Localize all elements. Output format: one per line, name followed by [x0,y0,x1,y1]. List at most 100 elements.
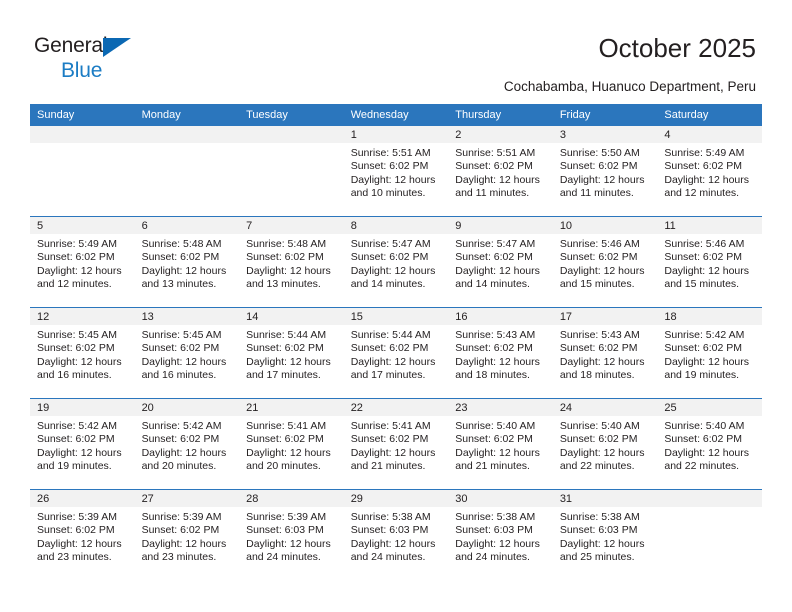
day-details [239,143,344,147]
calendar-day-cell[interactable]: 14 Sunrise: 5:44 AM Sunset: 6:02 PM Dayligh… [239,307,344,399]
calendar-header-row: Sunday Monday Tuesday Wednesday Thursday… [30,104,762,126]
day-sunrise-text: Sunrise: 5:40 AM [455,420,536,432]
day-number: 1 [343,126,449,143]
day-details: Sunrise: 5:38 AM Sunset: 6:03 PM Daylight:… [553,507,658,564]
day-sunrise-text: Sunrise: 5:45 AM [141,329,222,341]
day-daylight-2-text: and 16 minutes. [37,368,112,381]
calendar-day-cell[interactable]: 1 Sunrise: 5:51 AM Sunset: 6:02 PM Daylight… [343,126,449,217]
day-daylight-2-text: and 23 minutes. [141,550,217,563]
calendar-day-cell[interactable]: 4 Sunrise: 5:49 AM Sunset: 6:02 PM Daylight… [657,126,762,217]
day-number: 29 [343,490,449,507]
day-details: Sunrise: 5:45 AM Sunset: 6:02 PM Daylight:… [135,325,240,382]
day-daylight-1-text: Daylight: 12 hours [350,355,436,368]
day-sunset-text: Sunset: 6:02 PM [37,251,115,264]
day-number: 13 [134,308,240,325]
day-sunrise-text: Sunrise: 5:39 AM [246,511,327,523]
calendar-day-cell[interactable]: 9 Sunrise: 5:47 AM Sunset: 6:02 PM Daylight… [448,216,553,308]
calendar-day-cell[interactable]: 3 Sunrise: 5:50 AM Sunset: 6:02 PM Daylight… [552,126,658,217]
day-sunrise-text: Sunrise: 5:46 AM [559,238,640,250]
logo-text-general: General [34,34,108,57]
day-cell-inner: 16 Sunrise: 5:43 AM Sunset: 6:02 PM Dayligh… [448,308,553,398]
day-details: Sunrise: 5:41 AM Sunset: 6:02 PM Daylight:… [239,416,344,473]
calendar-day-cell[interactable]: 8 Sunrise: 5:47 AM Sunset: 6:02 PM Daylight… [343,216,449,308]
calendar-day-cell[interactable]: 21 Sunrise: 5:41 AM Sunset: 6:02 PM Dayligh… [239,398,344,490]
day-daylight-1-text: Daylight: 12 hours [559,355,645,368]
calendar-day-cell[interactable]: 29 Sunrise: 5:38 AM Sunset: 6:03 PM Dayligh… [343,489,449,580]
calendar-container: Sunday Monday Tuesday Wednesday Thursday… [30,104,762,580]
day-number: 14 [239,308,344,325]
calendar-day-cell[interactable]: 27 Sunrise: 5:39 AM Sunset: 6:02 PM Dayligh… [134,489,240,580]
calendar-day-cell[interactable]: 22 Sunrise: 5:41 AM Sunset: 6:02 PM Dayligh… [343,398,449,490]
day-cell-inner: 5 Sunrise: 5:49 AM Sunset: 6:02 PM Daylight… [30,217,135,307]
day-cell-inner: 12 Sunrise: 5:45 AM Sunset: 6:02 PM Dayligh… [30,308,135,398]
day-sunset-text: Sunset: 6:02 PM [350,160,429,173]
calendar-day-cell[interactable]: 13 Sunrise: 5:45 AM Sunset: 6:02 PM Dayligh… [134,307,240,399]
calendar-day-cell[interactable]: 31 Sunrise: 5:38 AM Sunset: 6:03 PM Dayligh… [552,489,658,580]
calendar-day-cell[interactable]: 18 Sunrise: 5:42 AM Sunset: 6:02 PM Dayligh… [657,307,762,399]
day-cell-inner: 21 Sunrise: 5:41 AM Sunset: 6:02 PM Dayligh… [239,399,344,489]
day-sunset-text: Sunset: 6:02 PM [559,433,638,446]
calendar-day-cell[interactable]: 24 Sunrise: 5:40 AM Sunset: 6:02 PM Dayligh… [552,398,658,490]
day-daylight-1-text: Daylight: 12 hours [455,264,540,277]
day-daylight-1-text: Daylight: 12 hours [559,446,645,459]
day-daylight-1-text: Daylight: 12 hours [559,537,645,550]
day-sunrise-text: Sunrise: 5:39 AM [37,511,117,523]
calendar-day-cell[interactable]: 2 Sunrise: 5:51 AM Sunset: 6:02 PM Daylight… [448,126,553,217]
calendar-day-cell[interactable]: 12 Sunrise: 5:45 AM Sunset: 6:02 PM Dayligh… [30,307,135,399]
day-daylight-1-text: Daylight: 12 hours [455,537,540,550]
calendar-day-cell[interactable]: 11 Sunrise: 5:46 AM Sunset: 6:02 PM Dayligh… [657,216,762,308]
day-details: Sunrise: 5:43 AM Sunset: 6:02 PM Daylight:… [553,325,658,382]
day-number: 21 [239,399,344,416]
day-details: Sunrise: 5:48 AM Sunset: 6:02 PM Daylight:… [135,234,240,291]
calendar-day-cell[interactable]: 17 Sunrise: 5:43 AM Sunset: 6:02 PM Dayligh… [552,307,658,399]
calendar-day-cell[interactable]: 10 Sunrise: 5:46 AM Sunset: 6:02 PM Dayligh… [552,216,658,308]
day-sunrise-text: Sunrise: 5:44 AM [246,329,327,341]
weekday-header-wednesday: Wednesday [343,104,449,126]
calendar-day-cell[interactable]: 25 Sunrise: 5:40 AM Sunset: 6:02 PM Dayligh… [657,398,762,490]
day-sunrise-text: Sunrise: 5:49 AM [37,238,117,250]
day-number: 5 [30,217,135,234]
day-cell-inner: 14 Sunrise: 5:44 AM Sunset: 6:02 PM Dayligh… [239,308,344,398]
day-sunset-text: Sunset: 6:02 PM [141,524,220,537]
day-cell-inner: 28 Sunrise: 5:39 AM Sunset: 6:03 PM Dayligh… [239,490,344,580]
calendar-day-cell[interactable]: 30 Sunrise: 5:38 AM Sunset: 6:03 PM Dayligh… [448,489,553,580]
calendar-day-cell[interactable]: 7 Sunrise: 5:48 AM Sunset: 6:02 PM Daylight… [239,216,344,308]
day-details [30,143,135,147]
day-details: Sunrise: 5:46 AM Sunset: 6:02 PM Daylight:… [553,234,658,291]
day-cell-inner: 20 Sunrise: 5:42 AM Sunset: 6:02 PM Dayligh… [134,399,240,489]
day-details: Sunrise: 5:42 AM Sunset: 6:02 PM Daylight:… [135,416,240,473]
day-daylight-2-text: and 11 minutes. [455,186,530,199]
day-sunrise-text: Sunrise: 5:47 AM [455,238,536,250]
day-daylight-2-text: and 19 minutes. [664,368,740,381]
generalblue-logo[interactable]: General Blue [34,35,164,83]
day-details: Sunrise: 5:38 AM Sunset: 6:03 PM Daylight:… [448,507,553,564]
day-sunrise-text: Sunrise: 5:38 AM [559,511,640,523]
calendar-week-row: 26 Sunrise: 5:39 AM Sunset: 6:02 PM Dayligh… [30,489,762,580]
day-details: Sunrise: 5:38 AM Sunset: 6:03 PM Daylight:… [344,507,449,564]
page-title: October 2025 [598,33,756,63]
calendar-day-cell[interactable]: 19 Sunrise: 5:42 AM Sunset: 6:02 PM Dayligh… [30,398,135,490]
day-daylight-1-text: Daylight: 12 hours [246,355,331,368]
day-number: 9 [448,217,553,234]
calendar-day-cell[interactable]: 16 Sunrise: 5:43 AM Sunset: 6:02 PM Dayligh… [448,307,553,399]
calendar-day-cell[interactable]: 15 Sunrise: 5:44 AM Sunset: 6:02 PM Dayligh… [343,307,449,399]
day-details: Sunrise: 5:40 AM Sunset: 6:02 PM Daylight:… [657,416,762,473]
weekday-header-friday: Friday [552,104,658,126]
calendar-day-cell[interactable]: 28 Sunrise: 5:39 AM Sunset: 6:03 PM Dayligh… [239,489,344,580]
calendar-day-cell[interactable]: 5 Sunrise: 5:49 AM Sunset: 6:02 PM Daylight… [30,216,135,308]
day-number: 15 [343,308,449,325]
day-daylight-2-text: and 24 minutes. [246,550,321,563]
calendar-day-cell[interactable]: 20 Sunrise: 5:42 AM Sunset: 6:02 PM Dayligh… [134,398,240,490]
day-cell-inner: 9 Sunrise: 5:47 AM Sunset: 6:02 PM Daylight… [448,217,553,307]
day-cell-inner: 19 Sunrise: 5:42 AM Sunset: 6:02 PM Dayligh… [30,399,135,489]
day-details: Sunrise: 5:49 AM Sunset: 6:02 PM Daylight:… [30,234,135,291]
calendar-day-cell[interactable]: 6 Sunrise: 5:48 AM Sunset: 6:02 PM Daylight… [134,216,240,308]
day-sunset-text: Sunset: 6:02 PM [455,160,533,173]
day-sunrise-text: Sunrise: 5:42 AM [664,329,745,341]
day-cell-inner: 27 Sunrise: 5:39 AM Sunset: 6:02 PM Dayligh… [134,490,240,580]
day-number: 10 [552,217,658,234]
calendar-day-cell[interactable]: 23 Sunrise: 5:40 AM Sunset: 6:02 PM Dayligh… [448,398,553,490]
day-cell-inner: 4 Sunrise: 5:49 AM Sunset: 6:02 PM Daylight… [657,126,762,216]
calendar-day-cell[interactable]: 26 Sunrise: 5:39 AM Sunset: 6:02 PM Dayligh… [30,489,135,580]
page-header: General Blue October 2025 Cochabamba, Hu… [0,0,792,100]
